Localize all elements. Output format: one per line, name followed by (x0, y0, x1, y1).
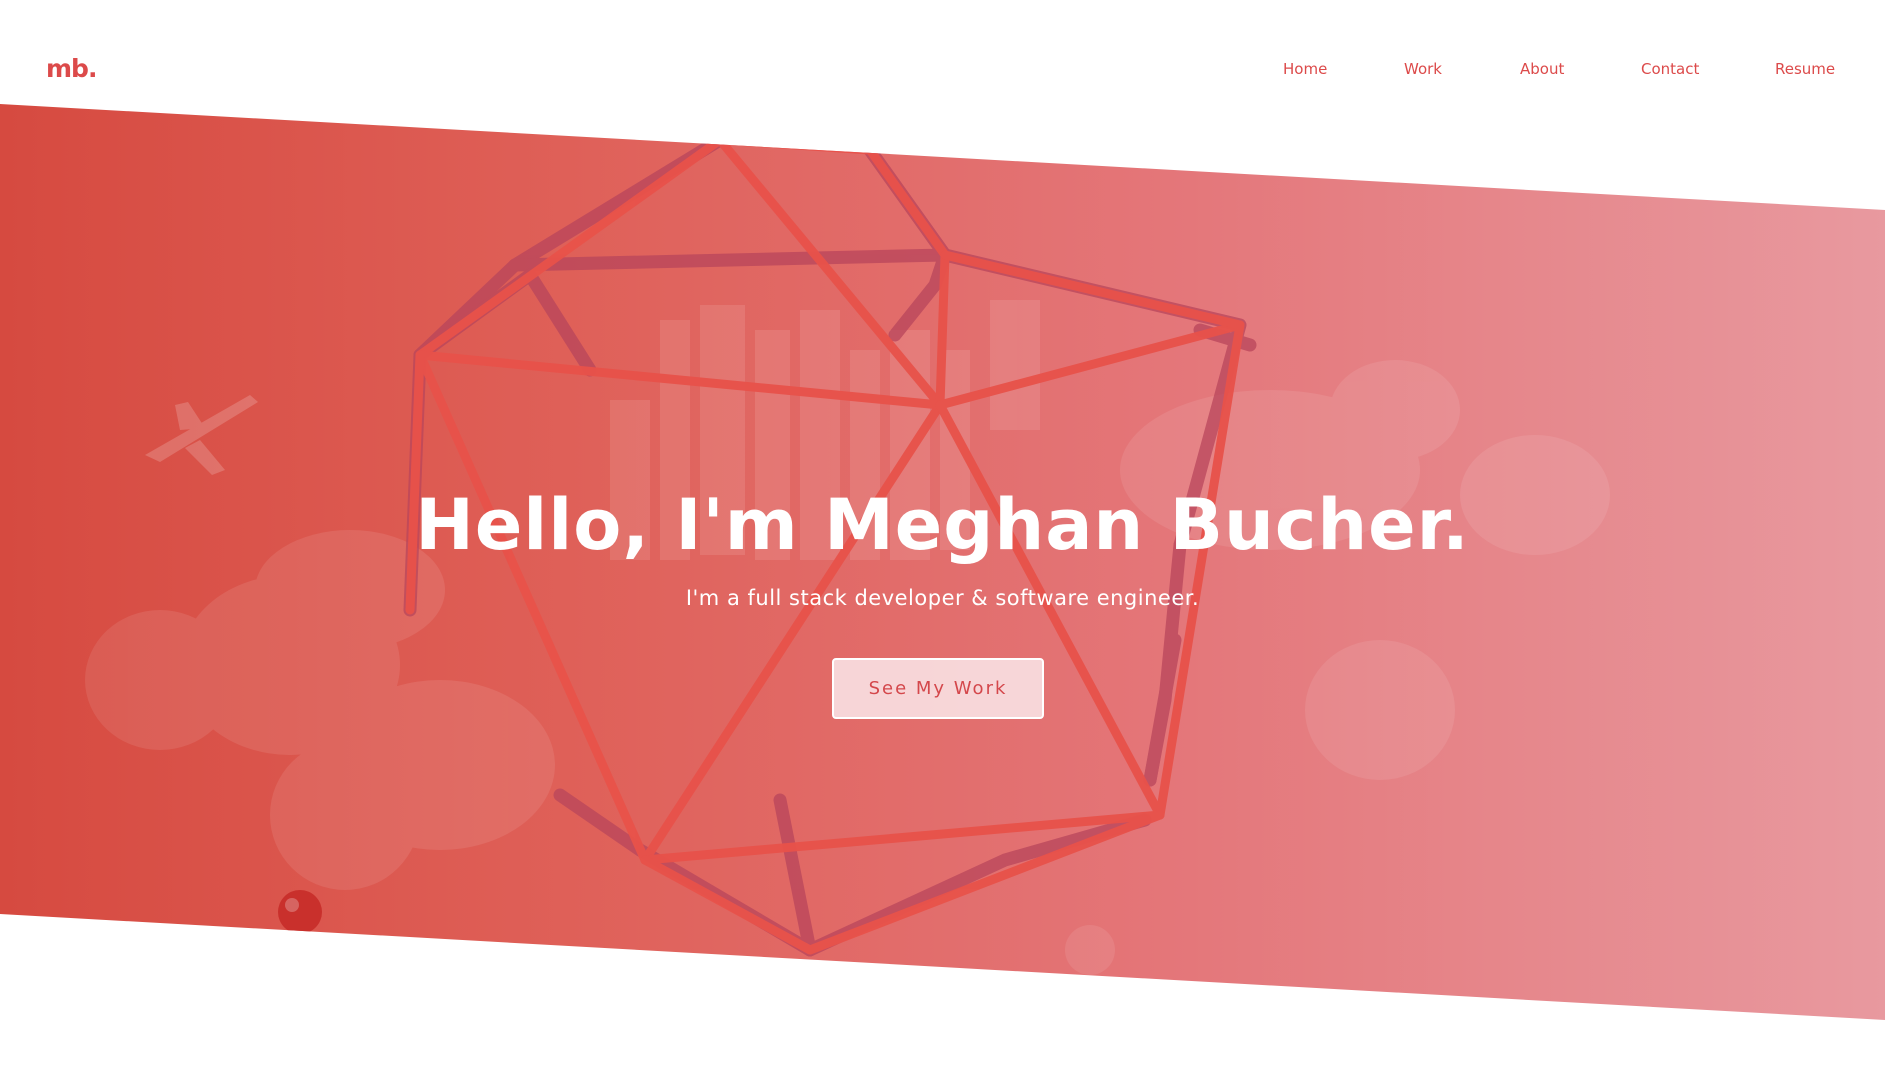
nav-contact-link[interactable]: Contact (1641, 60, 1699, 78)
see-my-work-button[interactable]: See My Work (832, 658, 1044, 719)
nav-resume-link[interactable]: Resume (1775, 60, 1835, 78)
hero-title: Hello, I'm Meghan Bucher. (415, 484, 1470, 566)
orb-shape (278, 890, 322, 934)
nav-work-link[interactable]: Work (1404, 60, 1442, 78)
nav-about-link[interactable]: About (1520, 60, 1564, 78)
airplane-shape (145, 395, 258, 475)
nav-home-link[interactable]: Home (1283, 60, 1327, 78)
main-navigation: Home Work About Contact Resume (0, 60, 1885, 84)
hero-section: Hello, I'm Meghan Bucher. I'm a full sta… (0, 104, 1885, 1020)
hero-subtitle: I'm a full stack developer & software en… (685, 586, 1200, 610)
page: Hello, I'm Meghan Bucher. I'm a full sta… (0, 0, 1885, 1074)
